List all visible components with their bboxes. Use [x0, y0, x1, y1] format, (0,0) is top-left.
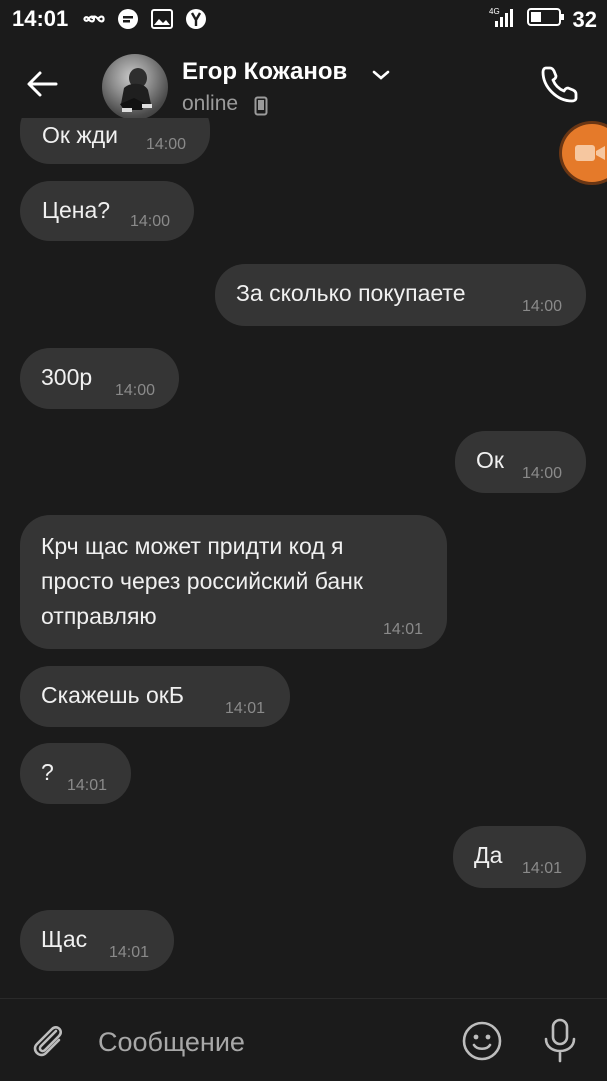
message-time: 14:00	[115, 382, 156, 399]
message-text: Скажешь окБ	[41, 682, 184, 708]
mobile-device-icon	[254, 96, 268, 116]
battery-icon	[526, 7, 565, 32]
message-time: 14:00	[522, 298, 563, 315]
message-bubble-incoming[interactable]: Крч щас может придти код я просто через …	[20, 515, 447, 649]
message-text: Ок жди	[42, 122, 118, 148]
message-bubble-outgoing[interactable]: За сколько покупаете 14:00	[215, 264, 586, 326]
battery-level: 32	[572, 6, 597, 32]
message-time: 14:01	[522, 860, 563, 877]
message-time: 14:00	[130, 213, 171, 230]
message-text: Ок	[476, 447, 504, 473]
message-bubble-outgoing[interactable]: Ок 14:00	[455, 431, 586, 493]
video-camera-icon	[575, 145, 605, 161]
message-time: 14:01	[383, 621, 424, 638]
attach-button[interactable]	[26, 1019, 70, 1063]
infinity-icon	[82, 7, 106, 31]
message-time: 14:01	[225, 700, 266, 717]
message-time: 14:01	[67, 777, 108, 794]
contact-status: online	[182, 92, 239, 115]
message-text: Крч щас может придти код я просто через …	[41, 533, 363, 629]
message-input[interactable]	[96, 1021, 440, 1063]
chevron-down-icon[interactable]	[371, 68, 391, 82]
message-time: 14:01	[109, 944, 150, 961]
message-bubble-incoming[interactable]: 300р 14:00	[20, 348, 179, 409]
signal-icon: 4G	[489, 6, 519, 33]
back-button[interactable]	[22, 64, 72, 108]
paperclip-icon	[33, 1026, 62, 1057]
microphone-icon	[544, 1018, 576, 1063]
message-bubble-incoming[interactable]: ? 14:01	[20, 743, 131, 804]
message-composer	[0, 998, 607, 1081]
chat-bubble-icon	[116, 7, 140, 31]
message-text: 300р	[41, 364, 93, 390]
message-bubble-incoming[interactable]: Скажешь окБ 14:01	[20, 666, 290, 727]
message-time: 14:00	[146, 136, 187, 153]
microphone-button[interactable]	[540, 1017, 580, 1063]
phone-icon	[541, 66, 578, 103]
message-bubble-incoming[interactable]: Щас 14:01	[20, 910, 174, 971]
message-time: 14:00	[522, 465, 563, 482]
call-button[interactable]	[538, 62, 588, 112]
message-list[interactable]: Ок жди 14:00 Цена? 14:00 За сколько поку…	[0, 118, 607, 998]
emoji-button[interactable]	[460, 1019, 504, 1063]
status-bar: 14:01 4G 32	[0, 0, 607, 38]
yandex-icon	[184, 7, 208, 31]
contact-name[interactable]: Егор Кожанов	[182, 58, 347, 86]
message-bubble-incoming[interactable]: Цена? 14:00	[20, 181, 194, 241]
avatar[interactable]	[102, 54, 168, 120]
message-bubble-incoming[interactable]: Ок жди 14:00	[20, 118, 210, 164]
status-time: 14:01	[12, 6, 69, 31]
message-bubble-outgoing[interactable]: Да 14:01	[453, 826, 586, 888]
message-text: ?	[41, 759, 54, 785]
image-icon	[150, 7, 174, 31]
emoji-icon	[462, 1021, 502, 1061]
chat-header: Егор Кожанов online	[0, 40, 607, 130]
message-text: Цена?	[42, 197, 111, 223]
message-text: Щас	[41, 926, 88, 952]
back-arrow-icon	[27, 71, 58, 97]
message-text: Да	[474, 842, 503, 868]
svg-text:4G: 4G	[489, 7, 500, 16]
message-text: За сколько покупаете	[236, 280, 466, 306]
